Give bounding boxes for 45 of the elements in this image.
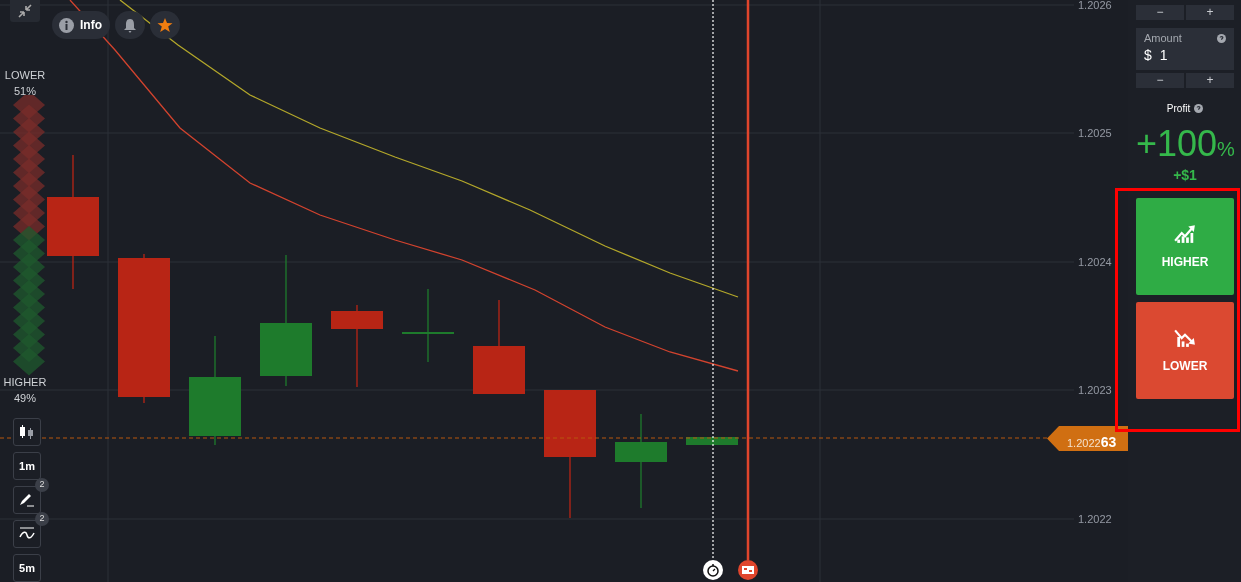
profit-amount: +$1: [1172, 167, 1198, 183]
chart-type-button[interactable]: [13, 418, 41, 446]
trend-up-icon: [1174, 222, 1196, 243]
wave-icon: [19, 527, 35, 541]
field-label: Amount: [1144, 32, 1182, 45]
increase-button[interactable]: +: [1186, 5, 1234, 20]
currency-symbol: $: [1144, 46, 1152, 65]
bell-icon: [123, 17, 137, 33]
price-axis-label: 1.2026: [1078, 0, 1112, 11]
stopwatch-icon: [703, 560, 723, 580]
decrease-button[interactable]: −: [1136, 73, 1184, 88]
sentiment-label: LOWER: [3, 68, 47, 83]
collapse-icon: [18, 4, 32, 18]
pencil-icon: [19, 493, 35, 507]
amount-field[interactable]: Amount $ 1: [1136, 28, 1234, 70]
price-axis-label: 1.2023: [1078, 384, 1112, 396]
candle: [686, 436, 738, 446]
sentiment-label: HIGHER: [2, 375, 48, 390]
favorite-button[interactable]: [150, 11, 180, 39]
count-badge: 2: [35, 512, 49, 526]
decrease-button[interactable]: −: [1136, 5, 1184, 20]
amount-value: 1: [1159, 46, 1168, 65]
count-badge: 2: [35, 478, 49, 492]
increase-button[interactable]: +: [1186, 73, 1234, 88]
timeframe-button[interactable]: 5m: [13, 554, 41, 582]
help-icon: [1194, 104, 1204, 113]
price-axis-label: 1.2022: [1078, 513, 1112, 525]
sentiment-percent: 49%: [13, 391, 37, 406]
info-icon: [59, 17, 74, 33]
drawing-tools-button[interactable]: [13, 486, 41, 514]
lower-button[interactable]: LOWER: [1136, 302, 1234, 399]
profit-percent: +100%: [1136, 124, 1234, 166]
help-icon: [1217, 34, 1226, 43]
profit-label: Profit: [1166, 102, 1191, 116]
flag-icon: [738, 560, 758, 580]
collapse-button[interactable]: [10, 0, 40, 22]
current-price-tag: 1.202263: [1047, 426, 1128, 451]
timeframe-button[interactable]: 1m: [13, 452, 41, 480]
info-button[interactable]: Info: [52, 11, 110, 39]
price-axis-label: 1.2025: [1078, 127, 1112, 139]
indicators-button[interactable]: [13, 520, 41, 548]
candlestick-icon: [19, 425, 35, 439]
price-axis-label: 1.2024: [1078, 256, 1112, 268]
sentiment-percent: 51%: [13, 84, 37, 99]
notifications-button[interactable]: [115, 11, 145, 39]
